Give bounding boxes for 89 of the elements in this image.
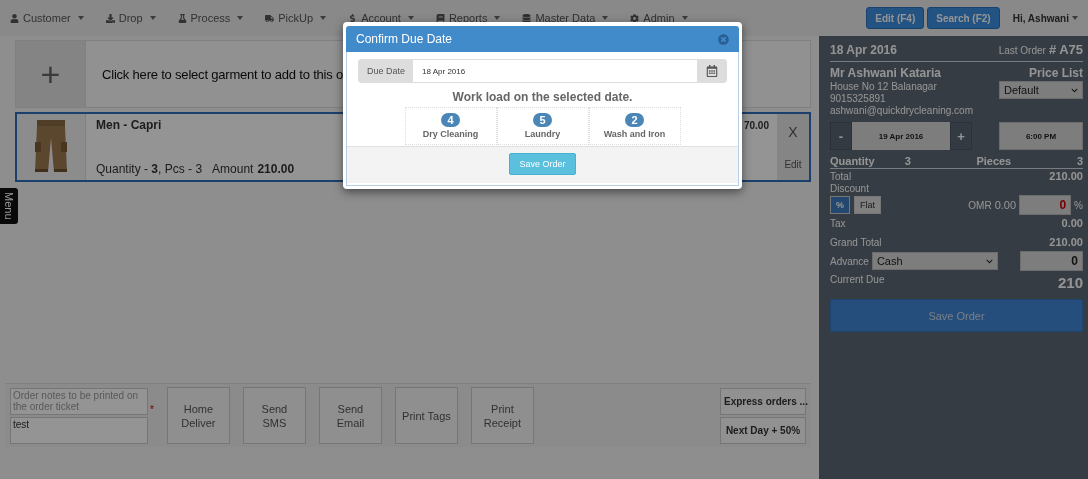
caret-icon [320, 16, 327, 20]
save-order-button[interactable]: Save Order [830, 299, 1083, 332]
settings-icon [630, 13, 640, 23]
workload-heading: Work load on the selected date. [452, 90, 633, 104]
workload-label: Wash and Iron [603, 129, 666, 139]
garment-name: Men - Capri [96, 118, 162, 132]
quantity-value: 3 [904, 155, 911, 167]
tax-value: 0.00 [1061, 217, 1083, 229]
action-button[interactable]: Send Email [318, 387, 382, 444]
nav-menu-item[interactable]: Drop [105, 12, 156, 24]
database-icon [522, 13, 532, 23]
discount-input[interactable]: 0 [1019, 195, 1072, 215]
amount-label: Amount [212, 162, 254, 176]
action-button[interactable]: Print Tags [394, 387, 458, 444]
grand-total-value: 210.00 [1049, 236, 1083, 248]
count-badge: 5 [533, 113, 552, 127]
book-icon [435, 13, 445, 23]
advance-label: Advance [830, 255, 869, 267]
discount-toggle[interactable]: Flat [854, 196, 882, 214]
customer-address: House No 12 Balanagar [830, 81, 938, 92]
hash-sign: # [1048, 42, 1057, 57]
total-value: 210.00 [1049, 170, 1083, 182]
payment-method-select[interactable]: Cash [871, 252, 998, 270]
nav-menu-item[interactable]: Customer [10, 12, 84, 24]
chevron-down-icon [1071, 86, 1078, 94]
nav-menu-item[interactable]: Process [177, 12, 244, 24]
chevron-down-icon [985, 257, 993, 265]
required-mark: * [150, 404, 154, 415]
due-date-field[interactable]: Due Date 18 Apr 2016 [358, 59, 727, 83]
garment-summary: Quantity - 3, Pcs - 3 [96, 162, 203, 176]
price-list-label: Price List [1028, 66, 1083, 80]
toolbar-button[interactable]: Search (F2) [927, 7, 1000, 29]
calendar-button[interactable] [697, 60, 726, 82]
nav-menu-item[interactable]: PickUp [265, 12, 327, 24]
quantity-label: Quantity [830, 155, 875, 167]
download-icon [105, 13, 115, 23]
pieces-value: 3 [1076, 155, 1083, 167]
price-list-select[interactable]: Default [999, 81, 1083, 99]
due-date-value: 19 Apr 2016 [852, 122, 950, 150]
amount-value: 210.00 [257, 162, 295, 176]
workload-label: Laundry [524, 129, 561, 139]
flask-icon [177, 13, 187, 23]
edit-link[interactable]: Edit [784, 159, 802, 171]
count-badge: 2 [625, 113, 644, 127]
customer-phone: 9015325891 [830, 93, 887, 104]
workload-label: Dry Cleaning [422, 129, 479, 139]
currency-label: OMR [968, 199, 992, 211]
truck-icon [265, 13, 275, 23]
due-time-value[interactable]: 6:00 PM [999, 122, 1083, 150]
action-button[interactable]: Print Receipt [470, 387, 534, 444]
discount-label: Discount [830, 183, 870, 194]
dollar-icon [348, 13, 358, 23]
caret-icon [77, 16, 84, 20]
count-badge: 4 [441, 113, 460, 127]
last-order-label: Last Order [998, 45, 1046, 56]
user-menu[interactable]: Hi, Ashwani [1012, 12, 1078, 24]
total-label: Total [830, 170, 852, 182]
current-due-value: 210 [1057, 274, 1083, 291]
increment-button[interactable]: + [950, 122, 972, 150]
order-date: 18 Apr 2016 [830, 43, 897, 57]
garment-price: 70.00 [742, 119, 770, 133]
current-due-label: Current Due [830, 274, 885, 285]
express-button[interactable]: Next Day + 50% [720, 416, 806, 444]
discount-amount: 0.00 [994, 199, 1017, 211]
caret-icon [1072, 16, 1078, 20]
action-button[interactable]: Home Deliver [166, 387, 230, 444]
toolbar-button[interactable]: Edit (F4) [866, 7, 925, 29]
add-button[interactable]: + [16, 41, 86, 107]
caret-icon [149, 16, 156, 20]
last-order-number: A75 [1059, 42, 1083, 57]
remove-link[interactable]: X [788, 123, 798, 140]
calendar-icon [705, 65, 718, 77]
discount-toggle[interactable]: % [830, 196, 850, 214]
tax-label: Tax [830, 217, 846, 229]
advance-input[interactable]: 0 [1020, 251, 1083, 271]
menu-tab[interactable]: Menu [0, 188, 18, 224]
pieces-label: Pieces [976, 155, 1012, 167]
customer-email: ashwani@quickdrycleaning.com [830, 105, 973, 116]
add-garment-label: Click here to select garment to add to this o [102, 66, 343, 82]
action-button[interactable]: Send SMS [242, 387, 306, 444]
customer-name: Mr Ashwani Kataria [830, 66, 942, 80]
caret-icon [237, 16, 244, 20]
user-icon [10, 13, 19, 23]
notes-input[interactable]: test [10, 416, 148, 444]
grand-total-label: Grand Total [830, 236, 882, 248]
percent-sign: % [1074, 199, 1083, 211]
save-order-button[interactable]: Save Order [509, 153, 576, 175]
express-button[interactable]: Express orders ... [720, 387, 806, 415]
decrement-button[interactable]: - [830, 122, 852, 150]
